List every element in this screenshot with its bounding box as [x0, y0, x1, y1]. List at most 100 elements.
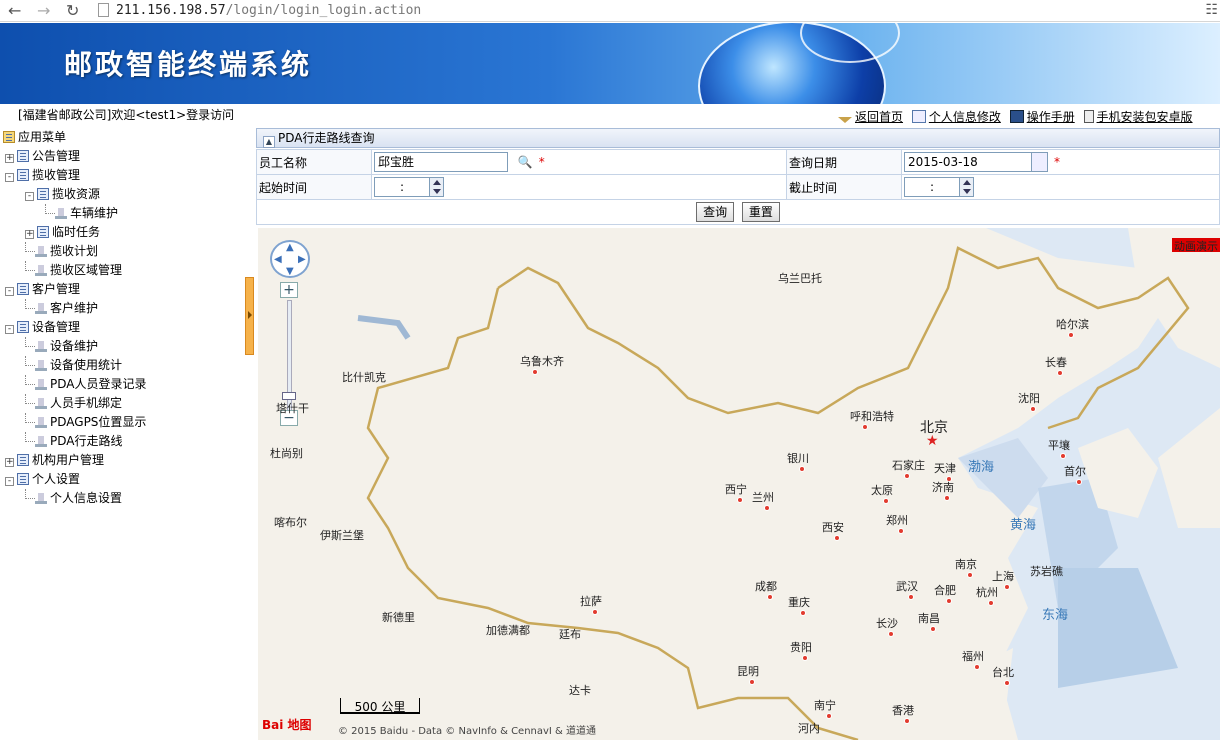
- map-city-label: 平壤: [1048, 439, 1070, 452]
- search-icon[interactable]: 🔍: [518, 155, 533, 169]
- collapse-icon[interactable]: -: [5, 287, 14, 296]
- sidebar-item[interactable]: 揽收区域管理: [25, 261, 122, 280]
- manual-link[interactable]: 操作手册: [1009, 108, 1075, 125]
- menu-group-icon: [17, 169, 29, 181]
- sidebar-item[interactable]: - 个人设置: [5, 470, 80, 489]
- android-package-link[interactable]: 手机安装包安卓版: [1083, 108, 1193, 125]
- pan-up-icon[interactable]: ▲: [286, 242, 294, 253]
- map-city-label: 塔什干: [276, 402, 309, 415]
- reload-icon[interactable]: ↻: [66, 1, 79, 20]
- sidebar-item-label: 机构用户管理: [32, 453, 105, 467]
- map-city-label: 兰州: [752, 491, 774, 504]
- address-bar[interactable]: 211.156.198.57/login/login_login.action: [116, 2, 421, 20]
- sidebar-collapse-handle[interactable]: [245, 277, 254, 355]
- forward-icon[interactable]: →: [37, 1, 50, 20]
- home-link-label[interactable]: 返回首页: [855, 110, 903, 124]
- reset-button[interactable]: 重置: [741, 202, 780, 222]
- map-view[interactable]: ★ ▲ ▼ ◀ ▶ + − 动画演示 500 公里 Bai 地图 © 2015 …: [258, 228, 1220, 740]
- sidebar-item[interactable]: 设备维护: [25, 337, 98, 356]
- menu-page-icon: [35, 415, 47, 428]
- profile-edit-link[interactable]: 个人信息修改: [911, 108, 1001, 125]
- date-input[interactable]: 2015-03-18: [904, 152, 1032, 172]
- map-city-label: 达卡: [569, 684, 591, 697]
- collapse-icon[interactable]: -: [5, 477, 14, 486]
- map-city-label: 呼和浩特: [850, 410, 894, 423]
- sidebar-item[interactable]: - 揽收管理: [5, 166, 80, 185]
- end-time-label: 截止时间: [786, 174, 902, 200]
- expand-icon[interactable]: +: [25, 230, 34, 239]
- wrench-icon[interactable]: ☷: [1205, 2, 1218, 18]
- map-city-marker: [1076, 479, 1082, 485]
- scale-bar: 500 公里: [340, 698, 420, 714]
- animation-demo-button[interactable]: 动画演示: [1172, 238, 1220, 253]
- sidebar-item-label: PDAGPS位置显示: [50, 415, 147, 429]
- expand-icon[interactable]: +: [5, 154, 14, 163]
- employee-cell: 邱宝胜 🔍 *: [371, 149, 787, 175]
- sidebar-item[interactable]: PDA人员登录记录: [25, 375, 146, 394]
- end-time-input[interactable]: :: [904, 177, 960, 197]
- menu-page-icon: [35, 263, 47, 276]
- sidebar-item-label: 揽收资源: [52, 187, 101, 201]
- map-city-label: 加德满都: [486, 624, 530, 637]
- sidebar-item[interactable]: 揽收计划: [25, 242, 98, 261]
- end-time-cell: :: [901, 174, 1220, 200]
- pan-left-icon[interactable]: ◀: [274, 254, 282, 265]
- map-city-label: 贵阳: [790, 641, 812, 654]
- start-time-spinner[interactable]: [430, 177, 444, 197]
- collapse-icon[interactable]: -: [25, 192, 34, 201]
- menu-page-icon: [35, 434, 47, 447]
- tree-connector: [25, 242, 35, 252]
- sidebar-item[interactable]: 设备使用统计: [25, 356, 122, 375]
- map-city-marker: [946, 598, 952, 604]
- map-city-marker: [1057, 370, 1063, 376]
- employee-input[interactable]: 邱宝胜: [374, 152, 508, 172]
- expand-icon[interactable]: +: [5, 458, 14, 467]
- android-package-label[interactable]: 手机安装包安卓版: [1097, 110, 1193, 124]
- sidebar-item[interactable]: + 临时任务: [25, 223, 100, 242]
- collapse-icon[interactable]: -: [5, 173, 14, 182]
- pan-right-icon[interactable]: ▶: [298, 254, 306, 265]
- menu-root[interactable]: 应用菜单: [3, 128, 66, 147]
- map-sea-label: 渤海: [968, 460, 995, 475]
- collapse-icon[interactable]: -: [5, 325, 14, 334]
- sidebar-item[interactable]: PDAGPS位置显示: [25, 413, 146, 432]
- query-button[interactable]: 查询: [696, 202, 735, 222]
- sidebar-item[interactable]: 人员手机绑定: [25, 394, 122, 413]
- end-time-spinner[interactable]: [960, 177, 974, 197]
- sidebar-item[interactable]: + 公告管理: [5, 147, 80, 166]
- map-city-label: 长春: [1045, 356, 1067, 369]
- folder-icon: [3, 131, 15, 143]
- sidebar-item[interactable]: 个人信息设置: [25, 489, 122, 508]
- zoom-slider-handle[interactable]: [282, 392, 296, 400]
- pan-control[interactable]: ▲ ▼ ◀ ▶: [270, 240, 310, 278]
- map-city-marker: [834, 535, 840, 541]
- required-mark-date: *: [1054, 154, 1060, 169]
- map-city-label: 南昌: [918, 612, 940, 625]
- url-path: /login/login_login.action: [225, 3, 422, 18]
- sidebar-item[interactable]: 车辆维护: [45, 204, 118, 223]
- sidebar-item[interactable]: 客户维护: [25, 299, 98, 318]
- calendar-icon[interactable]: [1032, 152, 1048, 172]
- map-city-marker: [767, 594, 773, 600]
- map-city-marker: [799, 466, 805, 472]
- menu-group-icon: [17, 283, 29, 295]
- sidebar-item[interactable]: PDA行走路线: [25, 432, 122, 451]
- query-form: 员工名称 邱宝胜 🔍 * 查询日期 2015-03-18 * 起始时间 : 截止时间…: [256, 149, 1220, 200]
- zoom-in-button[interactable]: +: [280, 282, 298, 298]
- profile-edit-label[interactable]: 个人信息修改: [929, 110, 1001, 124]
- map-city-marker: [592, 609, 598, 615]
- tree-connector: [25, 337, 35, 347]
- back-icon[interactable]: ←: [8, 1, 21, 20]
- sidebar-item[interactable]: + 机构用户管理: [5, 451, 104, 470]
- start-time-input[interactable]: :: [374, 177, 430, 197]
- sidebar-item[interactable]: - 设备管理: [5, 318, 80, 337]
- map-city-label: 喀布尔: [274, 516, 307, 529]
- manual-link-label[interactable]: 操作手册: [1027, 110, 1075, 124]
- sidebar-item[interactable]: - 揽收资源: [25, 185, 100, 204]
- map-city-marker: [1068, 332, 1074, 338]
- tree-connector: [25, 432, 35, 442]
- sidebar-item[interactable]: - 客户管理: [5, 280, 80, 299]
- collapse-icon[interactable]: ▲: [263, 136, 275, 148]
- pan-down-icon[interactable]: ▼: [286, 266, 294, 277]
- home-link[interactable]: 返回首页: [838, 108, 903, 125]
